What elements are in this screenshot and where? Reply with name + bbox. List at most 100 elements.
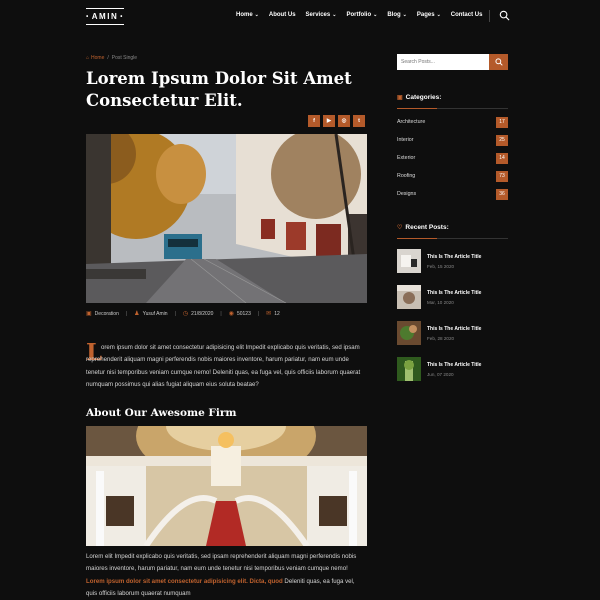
chevron-down-icon: ⌄: [402, 12, 407, 18]
recent-post-item[interactable]: This Is The Article Title Feb, 15 2020: [397, 249, 508, 273]
recent-post-thumbnail: [397, 285, 421, 309]
nav-label: Services: [305, 12, 331, 18]
logo-text: AMIN: [91, 12, 119, 21]
paragraph-text: Lorem elit Impedit explicabo quis verita…: [86, 553, 357, 573]
site-header: • AMIN • Home ⌄ About Us Services ⌄ Portfoli…: [0, 0, 600, 34]
search-button[interactable]: [489, 54, 508, 70]
nav-label: About Us: [268, 12, 296, 18]
categories-divider: [397, 108, 508, 109]
recent-post-thumbnail: [397, 249, 421, 273]
category-item[interactable]: Roofing 73: [397, 170, 508, 182]
post-paragraph: orem ipsum dolor sit amet consectetur ad…: [86, 342, 367, 392]
nav-label: Portfolio: [346, 12, 372, 18]
recent-post-title[interactable]: This Is The Article Title: [427, 254, 481, 260]
recent-post-thumbnail: [397, 357, 421, 381]
nav-item-services[interactable]: Services ⌄: [306, 12, 337, 18]
recent-post-date: Feb, 15 2020: [427, 264, 455, 269]
breadcrumb: ⌂ Home / Post Single: [86, 55, 137, 61]
recent-post-date: Jun, 07 2020: [427, 372, 454, 377]
youtube-icon[interactable]: ▶: [323, 115, 335, 127]
comment-icon: ✉: [266, 311, 272, 317]
paragraph-text: orem ipsum dolor sit amet consectetur ad…: [86, 344, 361, 389]
twitter-icon[interactable]: t: [353, 115, 365, 127]
interior-image: [86, 426, 367, 546]
breadcrumb-separator: /: [107, 55, 109, 61]
recent-post-date: Mar, 10 2020: [427, 300, 454, 305]
search-icon: [494, 58, 503, 66]
meta-date-label: 21/8/2020: [191, 310, 214, 317]
meta-comments[interactable]: ✉ 12: [266, 310, 280, 318]
main-nav: Home ⌄ About Us Services ⌄ Portfolio ⌄ Blog…: [236, 12, 482, 18]
nav-item-portfolio[interactable]: Portfolio ⌄: [346, 12, 377, 18]
nav-item-home[interactable]: Home ⌄: [236, 12, 259, 18]
meta-divider: |: [174, 310, 176, 317]
nav-label: Contact Us: [450, 12, 483, 18]
breadcrumb-current: Post Single: [111, 55, 138, 61]
category-count: 17: [496, 116, 508, 128]
recent-post-item[interactable]: This Is The Article Title Jun, 07 2020: [397, 357, 508, 381]
recent-post-item[interactable]: This Is The Article Title Mar, 10 2020: [397, 285, 508, 309]
section-heading: About Our Awesome Firm: [86, 407, 237, 419]
recent-post-title[interactable]: This Is The Article Title: [427, 326, 481, 332]
nav-item-pages[interactable]: Pages ⌄: [417, 12, 441, 18]
category-item[interactable]: Exterior 14: [397, 152, 508, 164]
heart-icon: ♡: [397, 225, 403, 231]
nav-label: Home: [236, 12, 253, 18]
facebook-icon[interactable]: f: [308, 115, 320, 127]
eye-icon: ◉: [228, 311, 234, 317]
sidebar-search: [397, 54, 508, 70]
meta-comments-label: 12: [274, 310, 280, 317]
category-count: 73: [496, 170, 508, 182]
category-item[interactable]: Interior 25: [397, 134, 508, 146]
nav-item-about[interactable]: About Us: [269, 12, 296, 18]
category-name: Roofing: [397, 173, 416, 179]
category-item[interactable]: Designs 36: [397, 188, 508, 200]
nav-label: Pages: [416, 12, 435, 18]
home-icon: ⌂: [86, 55, 90, 61]
meta-views-label: 50123: [236, 310, 251, 317]
instagram-icon[interactable]: ◎: [338, 115, 350, 127]
meta-views: ◉ 50123: [228, 310, 251, 318]
chevron-down-icon: ⌄: [332, 12, 337, 18]
meta-divider: |: [220, 310, 222, 317]
meta-author-label: Yusuf Amin: [142, 310, 168, 317]
category-name: Exterior: [397, 155, 416, 161]
category-count: 25: [496, 134, 508, 146]
nav-item-blog[interactable]: Blog ⌄: [387, 12, 407, 18]
categories-title: ▣ Categories:: [397, 94, 441, 101]
nav-divider: [489, 10, 490, 22]
search-icon[interactable]: [499, 10, 510, 21]
recent-post-title[interactable]: This Is The Article Title: [427, 290, 481, 296]
chevron-down-icon: ⌄: [436, 12, 441, 18]
category-name: Architecture: [397, 119, 426, 125]
breadcrumb-home-label: Home: [91, 55, 105, 61]
nav-item-contact[interactable]: Contact Us: [451, 12, 483, 18]
folder-icon: ▣: [397, 95, 403, 101]
search-input[interactable]: [397, 54, 489, 70]
recent-post-thumbnail: [397, 321, 421, 345]
site-logo[interactable]: • AMIN •: [86, 8, 124, 25]
recent-post-item[interactable]: This Is The Article Title Feb, 28 2020: [397, 321, 508, 345]
meta-date: ◷ 21/8/2020: [183, 310, 214, 318]
folder-icon: ▣: [86, 311, 92, 317]
share-buttons: f ▶ ◎ t: [308, 115, 365, 127]
categories-title-label: Categories:: [405, 94, 442, 101]
breadcrumb-home[interactable]: ⌂ Home: [86, 55, 104, 61]
nav-label: Blog: [387, 12, 401, 18]
meta-divider: |: [257, 310, 260, 317]
category-item[interactable]: Architecture 17: [397, 116, 508, 128]
chevron-down-icon: ⌄: [373, 12, 378, 18]
recent-title-label: Recent Posts:: [405, 224, 449, 231]
meta-category[interactable]: ▣ Decoration: [86, 310, 119, 318]
highlight-text: Lorem ipsum dolor sit amet consectetur a…: [86, 577, 283, 585]
post-paragraph: Lorem elit Impedit explicabo quis verita…: [86, 551, 367, 600]
post-title: Lorem Ipsum Dolor Sit Amet Consectetur E…: [86, 69, 352, 110]
recent-divider: [397, 238, 508, 239]
category-count: 36: [496, 188, 508, 200]
recent-posts-title: ♡ Recent Posts:: [397, 224, 449, 231]
chevron-down-icon: ⌄: [254, 12, 259, 18]
category-name: Interior: [397, 137, 414, 143]
category-name: Designs: [397, 191, 417, 197]
meta-author[interactable]: ♟ Yusuf Amin: [134, 310, 168, 318]
recent-post-title[interactable]: This Is The Article Title: [427, 362, 481, 368]
